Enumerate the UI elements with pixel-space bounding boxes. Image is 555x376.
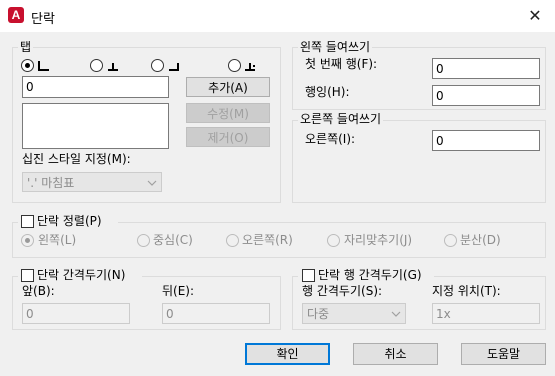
tab-position-input[interactable]: 0 xyxy=(22,76,169,98)
close-icon[interactable]: ✕ xyxy=(522,4,548,28)
chevron-down-icon xyxy=(391,311,401,317)
left-tab-icon xyxy=(38,61,49,71)
at-label: 지정 위치(T): xyxy=(432,284,501,298)
line-spacing-type-label: 행 간격두기(S): xyxy=(302,284,383,298)
line-spacing-checkbox[interactable] xyxy=(302,269,315,282)
cancel-button[interactable]: 취소 xyxy=(353,343,438,365)
first-line-label: 첫 번째 행(F): xyxy=(305,57,378,71)
help-button[interactable]: 도움말 xyxy=(461,343,546,365)
align-justify-radio[interactable] xyxy=(327,234,340,247)
after-input[interactable]: 0 xyxy=(162,303,270,324)
before-input[interactable]: 0 xyxy=(22,303,130,324)
align-right-radio[interactable] xyxy=(226,234,239,247)
spacing-checkbox[interactable] xyxy=(21,269,34,282)
after-label: 뒤(E): xyxy=(162,284,195,298)
hanging-label: 행잉(H): xyxy=(305,85,350,99)
decimal-style-value: '.' 마침표 xyxy=(27,176,75,190)
right-tab-icon xyxy=(169,63,179,71)
tab-center-radio[interactable] xyxy=(90,59,103,72)
spacing-label: 단락 간격두기(N) xyxy=(37,268,126,282)
center-tab-icon xyxy=(108,63,118,71)
decimal-style-label: 십진 스타일 지정(M): xyxy=(22,152,131,166)
alignment-checkbox[interactable] xyxy=(21,215,34,228)
tab-list[interactable] xyxy=(22,103,169,149)
decimal-tab-icon xyxy=(245,63,255,71)
before-label: 앞(B): xyxy=(22,284,55,298)
alignment-label: 단락 정렬(P) xyxy=(37,214,102,228)
tab-decimal-radio[interactable] xyxy=(228,59,241,72)
align-left-label: 왼쪽(L) xyxy=(38,233,77,247)
align-center-label: 중심(C) xyxy=(153,233,193,247)
line-spacing-label: 단락 행 간격두기(G) xyxy=(318,268,422,282)
align-left-radio[interactable] xyxy=(21,234,34,247)
first-line-input[interactable]: 0 xyxy=(432,58,540,79)
right-indent-legend: 오른쪽 들여쓰기 xyxy=(298,112,384,126)
align-justify-label: 자리맞추기(J) xyxy=(344,233,413,247)
title-bar xyxy=(0,0,555,32)
left-indent-legend: 왼쪽 들여쓰기 xyxy=(298,40,373,54)
autocad-icon: A xyxy=(8,7,24,23)
right-indent-label: 오른쪽(I): xyxy=(305,132,356,146)
hanging-input[interactable]: 0 xyxy=(432,85,540,106)
chevron-down-icon xyxy=(147,180,157,186)
align-center-radio[interactable] xyxy=(137,234,150,247)
add-tab-button[interactable]: 추가(A) xyxy=(186,77,270,97)
right-indent-input[interactable]: 0 xyxy=(432,130,540,151)
tab-right-radio[interactable] xyxy=(151,59,164,72)
align-distribute-radio[interactable] xyxy=(444,234,457,247)
ok-button[interactable]: 확인 xyxy=(245,343,330,365)
line-spacing-value: 다중 xyxy=(307,307,330,321)
window-title: 단락 xyxy=(31,12,55,27)
tab-group-legend: 탭 xyxy=(18,40,34,54)
decimal-style-dropdown[interactable]: '.' 마침표 xyxy=(22,172,162,192)
at-input[interactable]: 1x xyxy=(432,303,540,324)
modify-tab-button[interactable]: 수정(M) xyxy=(186,103,270,123)
remove-tab-button[interactable]: 제거(O) xyxy=(186,127,270,147)
tab-left-radio[interactable] xyxy=(21,59,34,72)
align-right-label: 오른쪽(R) xyxy=(242,233,293,247)
align-distribute-label: 분산(D) xyxy=(460,233,501,247)
